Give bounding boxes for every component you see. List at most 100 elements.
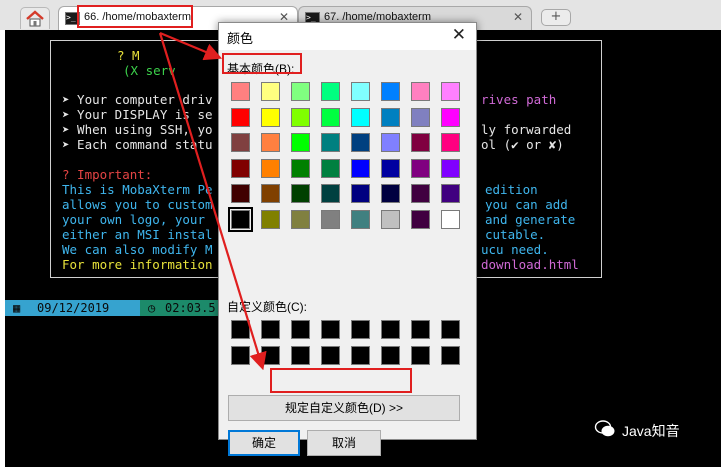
- basic-color-swatch[interactable]: [351, 107, 370, 127]
- custom-color-swatch[interactable]: [411, 345, 430, 365]
- terminal-line: ➤ Your DISPLAY is se: [62, 107, 213, 122]
- basic-color-swatch[interactable]: [231, 133, 250, 152]
- basic-color-swatch[interactable]: [351, 158, 370, 178]
- status-time: 02:03.5: [165, 301, 216, 315]
- terminal-line: ➤ When using SSH, yo: [62, 122, 213, 137]
- custom-color-swatch[interactable]: [231, 345, 250, 365]
- watermark-text: Java知音: [622, 423, 680, 439]
- basic-color-swatch[interactable]: [231, 184, 250, 203]
- custom-color-swatch[interactable]: [321, 320, 340, 339]
- basic-color-swatch[interactable]: [381, 209, 400, 229]
- custom-color-swatch[interactable]: [411, 320, 430, 339]
- highlight-define-button: [270, 368, 412, 393]
- custom-color-swatch[interactable]: [381, 345, 400, 365]
- new-tab-button[interactable]: +: [541, 9, 571, 26]
- basic-color-swatch[interactable]: [411, 209, 430, 229]
- custom-color-swatch[interactable]: [261, 345, 280, 365]
- terminal-line: ol (✔ or ✘): [481, 137, 564, 152]
- basic-color-swatch[interactable]: [351, 133, 370, 152]
- cancel-button[interactable]: 取消: [307, 430, 381, 456]
- custom-color-swatch[interactable]: [351, 320, 370, 339]
- basic-color-swatch[interactable]: [261, 133, 280, 152]
- basic-color-swatch[interactable]: [231, 158, 250, 178]
- basic-color-swatch[interactable]: [411, 158, 430, 178]
- basic-color-swatch[interactable]: [441, 82, 460, 101]
- status-date-segment: ▦ 09/12/2019: [5, 300, 140, 316]
- basic-color-swatch[interactable]: [321, 107, 340, 127]
- basic-color-swatch[interactable]: [261, 209, 280, 229]
- terminal-line: you can add: [485, 197, 568, 212]
- terminal-line: We can also modify M: [62, 242, 213, 257]
- terminal-line: ➤ Each command statu: [62, 137, 213, 152]
- define-custom-colors-button[interactable]: 规定自定义颜色(D) >>: [228, 395, 460, 421]
- custom-color-swatch[interactable]: [381, 320, 400, 339]
- terminal-line: This is MobaXterm Pe: [62, 182, 213, 197]
- home-button[interactable]: [20, 7, 50, 29]
- basic-color-swatch[interactable]: [381, 82, 400, 101]
- basic-color-swatch[interactable]: [321, 209, 340, 229]
- terminal-line: and generate: [485, 212, 576, 227]
- wechat-icon: [594, 420, 615, 437]
- basic-color-swatch[interactable]: [321, 184, 340, 203]
- terminal-line: edition: [485, 182, 538, 197]
- basic-color-swatch[interactable]: [351, 82, 370, 101]
- custom-color-swatch[interactable]: [321, 345, 340, 365]
- custom-color-swatch[interactable]: [441, 320, 460, 339]
- basic-color-swatch[interactable]: [441, 184, 460, 203]
- basic-color-swatch[interactable]: [351, 184, 370, 203]
- custom-color-swatch[interactable]: [261, 320, 280, 339]
- basic-color-swatch[interactable]: [381, 107, 400, 127]
- basic-color-swatch[interactable]: [321, 158, 340, 178]
- basic-color-swatch[interactable]: [261, 184, 280, 203]
- basic-color-swatch[interactable]: [351, 209, 370, 229]
- basic-color-swatch[interactable]: [261, 158, 280, 178]
- status-date: 09/12/2019: [37, 301, 110, 315]
- terminal-line: rives path: [481, 92, 557, 107]
- terminal-line: ? Important:: [62, 167, 153, 182]
- highlight-basic-colors: [222, 53, 302, 74]
- terminal-line: For more information: [62, 257, 213, 272]
- basic-color-swatch[interactable]: [411, 133, 430, 152]
- basic-color-swatch[interactable]: [228, 206, 253, 232]
- custom-color-swatch[interactable]: [441, 345, 460, 365]
- custom-color-swatch[interactable]: [291, 320, 310, 339]
- basic-color-swatch[interactable]: [381, 133, 400, 152]
- custom-color-swatch[interactable]: [231, 320, 250, 339]
- basic-color-swatch[interactable]: [291, 209, 310, 229]
- terminal-line: cutable.: [485, 227, 546, 242]
- basic-color-swatch[interactable]: [261, 107, 280, 127]
- basic-color-swatch[interactable]: [441, 209, 460, 229]
- basic-color-swatch[interactable]: [381, 184, 400, 203]
- basic-color-swatch[interactable]: [291, 82, 310, 101]
- terminal-line: download.html: [481, 257, 579, 272]
- home-icon: [26, 10, 44, 27]
- basic-color-swatch[interactable]: [291, 158, 310, 178]
- terminal-line: your own logo, your: [62, 212, 205, 227]
- basic-color-swatch[interactable]: [441, 158, 460, 178]
- basic-color-swatch[interactable]: [411, 184, 430, 203]
- basic-color-swatch[interactable]: [411, 82, 430, 101]
- basic-color-swatch[interactable]: [291, 107, 310, 127]
- basic-color-swatch[interactable]: [291, 133, 310, 152]
- basic-color-swatch[interactable]: [381, 158, 400, 178]
- basic-color-swatch[interactable]: [291, 184, 310, 203]
- calendar-icon: ▦: [13, 301, 21, 315]
- basic-color-swatch[interactable]: [321, 133, 340, 152]
- ok-button[interactable]: 确定: [228, 430, 300, 456]
- basic-color-swatch[interactable]: [231, 107, 250, 127]
- basic-color-swatch[interactable]: [231, 82, 250, 101]
- custom-color-swatch[interactable]: [291, 345, 310, 365]
- basic-color-swatch[interactable]: [411, 107, 430, 127]
- custom-colors-label: 自定义颜色(C):: [227, 300, 307, 314]
- terminal-line: allows you to custom: [62, 197, 213, 212]
- basic-color-swatch[interactable]: [261, 82, 280, 101]
- basic-color-swatch[interactable]: [441, 107, 460, 127]
- basic-color-swatch[interactable]: [441, 133, 460, 152]
- terminal-line: ly forwarded: [481, 122, 572, 137]
- close-icon[interactable]: ✕: [452, 25, 466, 45]
- terminal-line: either an MSI instal: [62, 227, 213, 242]
- status-time-segment: ◷ 02:03.5: [140, 300, 228, 316]
- basic-color-swatch[interactable]: [321, 82, 340, 101]
- custom-color-swatch[interactable]: [351, 345, 370, 365]
- close-icon[interactable]: ✕: [513, 10, 523, 24]
